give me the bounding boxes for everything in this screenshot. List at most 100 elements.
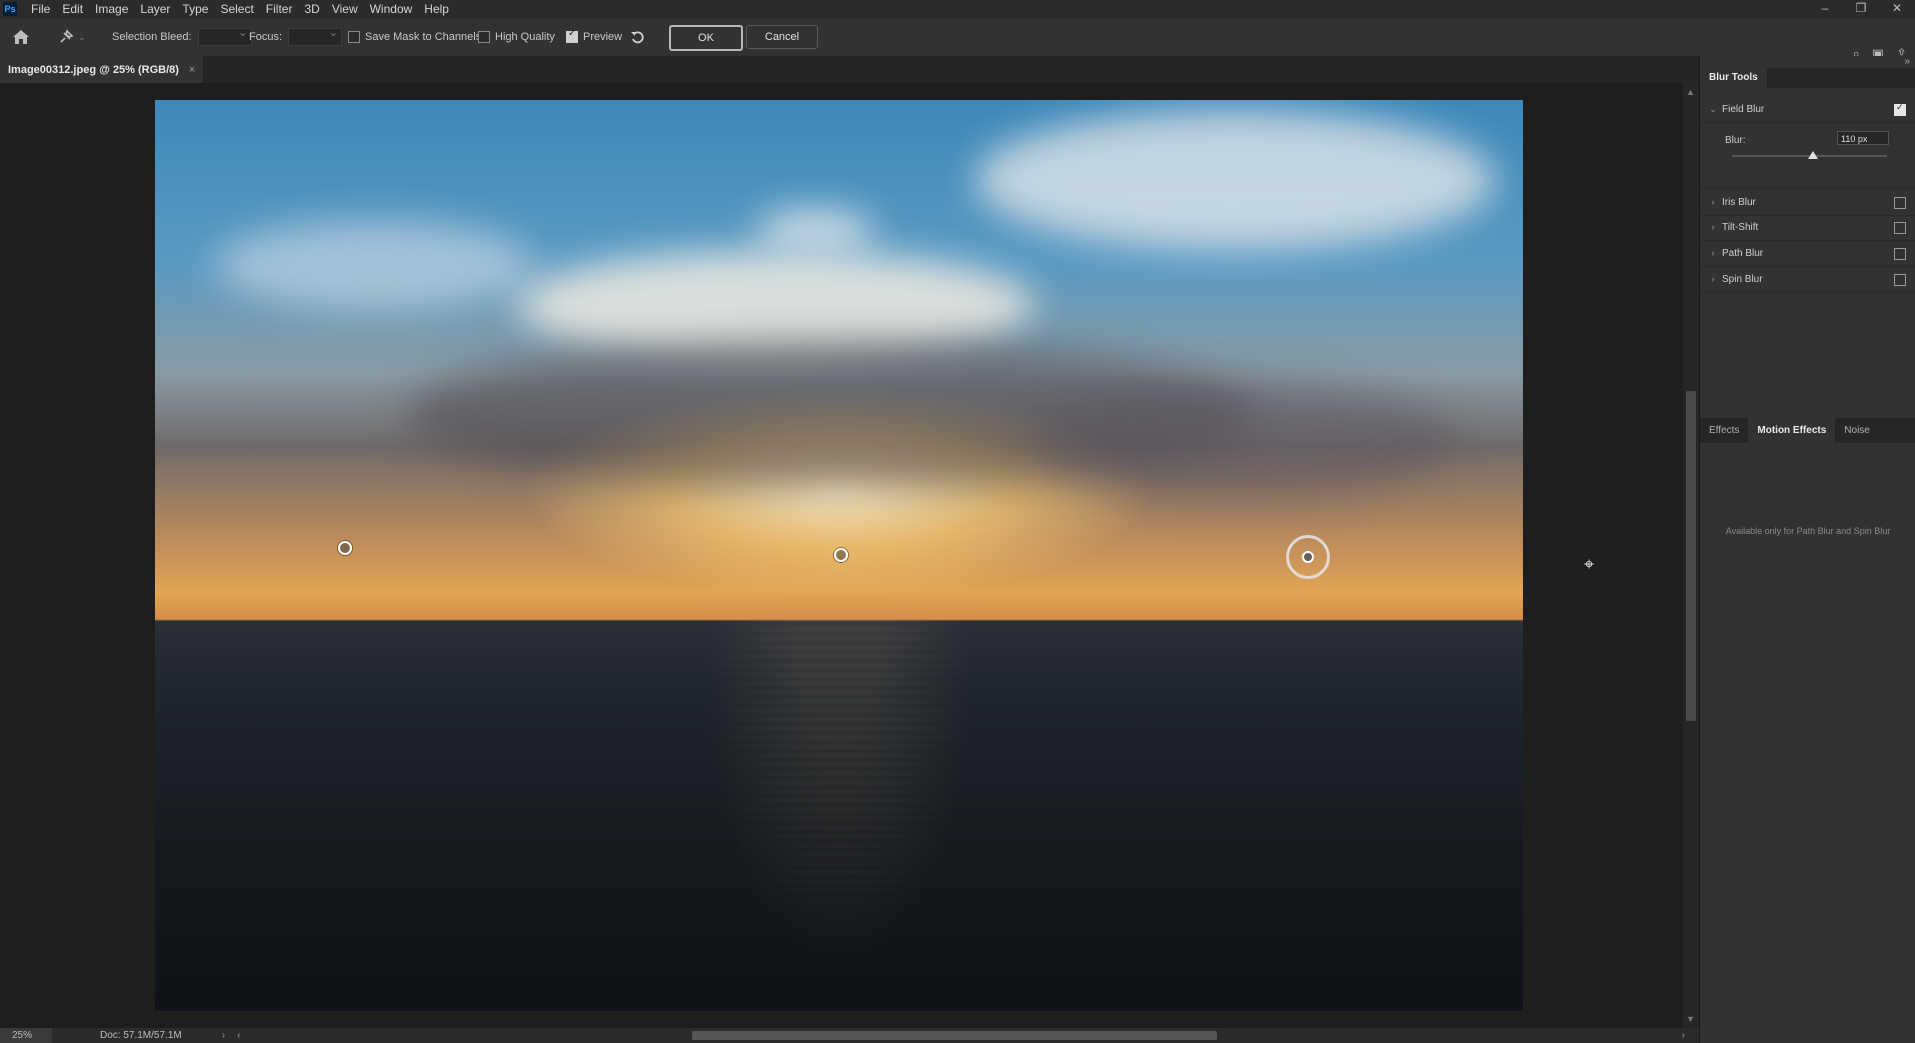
- spin-blur-checkbox[interactable]: [1894, 274, 1906, 286]
- blur-pin[interactable]: [338, 541, 352, 555]
- tab-blur-tools[interactable]: Blur Tools: [1700, 68, 1767, 88]
- options-bar: ⌄ Selection Bleed: Focus: Save Mask to C…: [0, 18, 1915, 61]
- menu-bar: Ps File Edit Image Layer Type Select Fil…: [0, 0, 1915, 18]
- focus-label: Focus:: [249, 31, 283, 43]
- collapse-panel-icon[interactable]: »: [1904, 56, 1910, 67]
- home-button[interactable]: [12, 18, 30, 56]
- section-path-blur[interactable]: › Path Blur: [1700, 240, 1915, 267]
- menu-help[interactable]: Help: [418, 0, 455, 18]
- selection-bleed-control: Selection Bleed:: [112, 18, 252, 56]
- menu-select[interactable]: Select: [214, 0, 259, 18]
- active-blur-pin[interactable]: [1286, 535, 1330, 579]
- high-quality-check[interactable]: [478, 31, 490, 43]
- chevron-down-icon[interactable]: ⌄: [1704, 104, 1722, 115]
- effects-note: Available only for Path Blur and Spin Bl…: [1725, 526, 1891, 536]
- high-quality-label: High Quality: [495, 31, 555, 43]
- vertical-scrollbar[interactable]: ▲ ▼: [1683, 83, 1699, 1028]
- cloud-shape: [215, 220, 535, 310]
- horizontal-scroll-thumb[interactable]: [692, 1031, 1217, 1040]
- path-blur-checkbox[interactable]: [1894, 248, 1906, 260]
- cancel-button[interactable]: Cancel: [746, 25, 818, 49]
- pin-tool-icon: [60, 29, 74, 43]
- preview-check[interactable]: [566, 28, 578, 43]
- document-tabs: Image00312.jpeg @ 25% (RGB/8) ×: [0, 56, 1699, 83]
- document-image[interactable]: [155, 100, 1523, 1011]
- tab-noise[interactable]: Noise: [1835, 418, 1879, 443]
- document-size: Doc: 57.1M/57.1M: [100, 1030, 182, 1041]
- tilt-shift-checkbox[interactable]: [1894, 222, 1906, 234]
- section-label: Tilt-Shift: [1722, 221, 1759, 233]
- home-icon: [13, 30, 29, 44]
- cloud-shape: [1035, 380, 1455, 500]
- selection-bleed-label: Selection Bleed:: [112, 31, 192, 43]
- chevron-right-icon[interactable]: ›: [1704, 248, 1722, 258]
- section-label: Iris Blur: [1722, 196, 1756, 208]
- pin-tool-button[interactable]: ⌄: [58, 18, 86, 56]
- preview-label: Preview: [583, 31, 623, 43]
- scroll-right-icon[interactable]: ›: [1682, 1030, 1685, 1041]
- undo-icon: [631, 31, 644, 44]
- close-window-icon[interactable]: ✕: [1879, 0, 1915, 18]
- chevron-down-icon[interactable]: ⌄: [78, 32, 86, 43]
- field-blur-checkbox[interactable]: [1894, 102, 1906, 116]
- restore-icon[interactable]: ❐: [1843, 0, 1879, 18]
- menu-view[interactable]: View: [326, 0, 364, 18]
- section-tilt-shift[interactable]: › Tilt-Shift: [1700, 214, 1915, 241]
- selection-bleed-input[interactable]: [197, 26, 252, 46]
- status-bar: 25% Doc: 57.1M/57.1M › ‹ ›: [0, 1028, 1699, 1043]
- minimize-icon[interactable]: –: [1807, 0, 1843, 18]
- reset-pins-button[interactable]: [630, 18, 646, 56]
- document-tab-title: Image00312.jpeg @ 25% (RGB/8): [8, 63, 179, 76]
- effects-tab-bar: Effects Motion Effects Noise: [1700, 418, 1915, 443]
- chevron-right-icon[interactable]: ›: [1704, 197, 1722, 207]
- high-quality-checkbox[interactable]: High Quality: [478, 18, 555, 56]
- menu-window[interactable]: Window: [364, 0, 419, 18]
- ok-button[interactable]: OK: [669, 25, 743, 51]
- focus-input[interactable]: [288, 26, 343, 46]
- section-label: Spin Blur: [1722, 273, 1763, 285]
- scroll-left-icon[interactable]: ‹: [237, 1030, 240, 1041]
- window-controls: – ❐ ✕: [1807, 0, 1915, 18]
- chevron-right-icon[interactable]: ›: [1704, 274, 1722, 284]
- scroll-up-icon[interactable]: ▲: [1686, 87, 1695, 97]
- tab-effects[interactable]: Effects: [1700, 418, 1748, 443]
- scroll-down-icon[interactable]: ▼: [1686, 1014, 1695, 1024]
- save-mask-checkbox[interactable]: Save Mask to Channels: [348, 18, 481, 56]
- menu-image[interactable]: Image: [89, 0, 134, 18]
- water-reflection: [702, 619, 976, 966]
- menu-filter[interactable]: Filter: [260, 0, 299, 18]
- canvas-workspace[interactable]: ⌖: [0, 83, 1683, 1028]
- chevron-right-icon[interactable]: ›: [1704, 222, 1722, 232]
- zoom-level[interactable]: 25%: [0, 1028, 52, 1043]
- blur-label: Blur:: [1725, 135, 1746, 146]
- iris-blur-checkbox[interactable]: [1894, 197, 1906, 209]
- section-label: Path Blur: [1722, 247, 1764, 259]
- menu-3d[interactable]: 3D: [298, 0, 325, 18]
- blur-slider[interactable]: [1732, 151, 1887, 159]
- section-spin-blur[interactable]: › Spin Blur: [1700, 266, 1915, 293]
- blur-amount-input[interactable]: 110 px: [1837, 131, 1889, 145]
- cloud-shape: [975, 110, 1495, 250]
- tab-motion-effects[interactable]: Motion Effects: [1748, 418, 1836, 443]
- menu-file[interactable]: File: [25, 0, 56, 18]
- document-tab[interactable]: Image00312.jpeg @ 25% (RGB/8) ×: [0, 56, 204, 83]
- menu-type[interactable]: Type: [176, 0, 214, 18]
- section-iris-blur[interactable]: › Iris Blur: [1700, 188, 1915, 216]
- save-mask-check[interactable]: [348, 31, 360, 43]
- blur-tools-tab-bar: Blur Tools: [1700, 68, 1915, 88]
- vertical-scroll-thumb[interactable]: [1686, 391, 1696, 721]
- blur-pin[interactable]: [834, 548, 848, 562]
- close-tab-icon[interactable]: ×: [189, 64, 195, 76]
- pin-cursor-icon: ⌖: [1584, 554, 1595, 574]
- menu-edit[interactable]: Edit: [56, 0, 89, 18]
- focus-control: Focus:: [249, 18, 343, 56]
- section-field-blur[interactable]: ⌄ Field Blur: [1700, 96, 1915, 123]
- blur-slider-thumb[interactable]: [1807, 151, 1818, 159]
- section-label: Field Blur: [1722, 103, 1765, 115]
- photoshop-logo-icon: Ps: [3, 2, 17, 16]
- preview-checkbox[interactable]: Preview: [566, 18, 622, 56]
- blur-tools-panel: » Blur Tools ⌄ Field Blur Blur: 110 px ›…: [1699, 56, 1915, 1043]
- menu-layer[interactable]: Layer: [134, 0, 176, 18]
- save-mask-label: Save Mask to Channels: [365, 31, 482, 43]
- status-menu-arrow-icon[interactable]: ›: [222, 1030, 225, 1041]
